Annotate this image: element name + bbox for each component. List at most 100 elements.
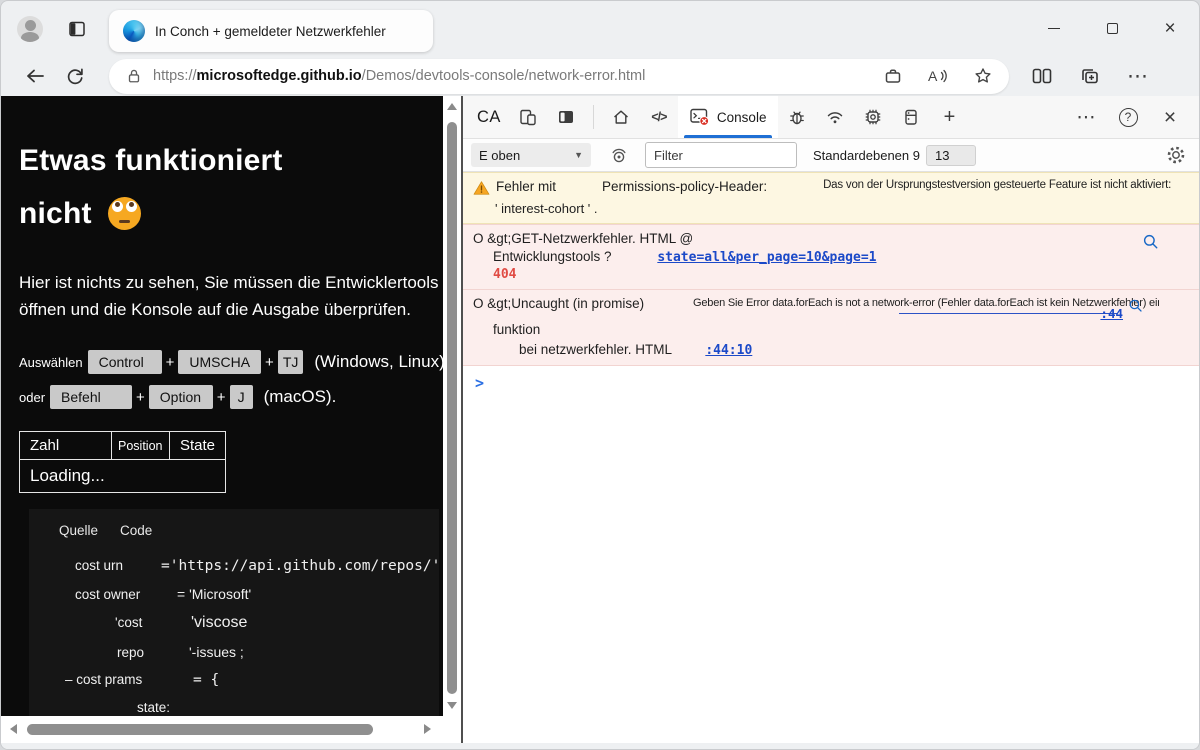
settings-more-icon[interactable]: ⋯ — [1127, 66, 1149, 87]
devtools-help-button[interactable]: ? — [1109, 98, 1147, 136]
more-menu-icon: ⋯ — [1077, 108, 1096, 127]
plus-icon: + — [944, 107, 956, 127]
code-caption: QuelleCode — [59, 523, 439, 538]
issue-search-button[interactable] — [1128, 298, 1143, 313]
shortcut-macos: oder Befehl + Option + J (macOS). — [19, 385, 443, 409]
shortcut-prefix: oder — [19, 390, 45, 405]
context-selector[interactable]: E oben ▼ — [471, 143, 591, 167]
horizontal-scroll-thumb[interactable] — [27, 724, 373, 735]
issues-table: Zahl Position State Loading... — [19, 431, 226, 493]
scroll-down-arrow[interactable] — [447, 702, 457, 709]
error2-line-link[interactable]: :44 — [1100, 306, 1123, 321]
console-error-uncaught[interactable]: O &gt;Uncaught (in promise) Geben Sie Er… — [463, 290, 1199, 366]
dock-side-button[interactable] — [547, 98, 585, 136]
inspect-tool-button[interactable]: CA — [477, 108, 501, 127]
titlebar: In Conch + gemeldeter Netzwerkfehler × — [1, 1, 1199, 56]
table-header-position: Position — [112, 432, 170, 460]
error1-request-link[interactable]: state=all&per_page=10&page=1 — [657, 250, 876, 265]
refresh-button[interactable] — [55, 59, 95, 93]
scroll-right-arrow[interactable] — [424, 724, 431, 734]
devtools-pane: CA </> Console — [461, 96, 1199, 743]
console-warning-message[interactable]: Fehler mit Permissions-policy-Header: Da… — [463, 172, 1199, 224]
minimize-button[interactable] — [1025, 1, 1083, 56]
close-icon: × — [1164, 107, 1176, 128]
log-levels-selector[interactable]: Standardebenen 9 — [813, 148, 920, 163]
console-input[interactable]: > — [463, 366, 1199, 399]
error2-line2: funktion — [471, 322, 1189, 337]
warning-text-2: Permissions-policy-Header: — [602, 179, 767, 194]
read-aloud-icon[interactable]: A — [927, 66, 949, 86]
plus-sign: + — [136, 389, 145, 406]
key-j: TJ — [278, 350, 304, 374]
console-empty-area[interactable] — [463, 399, 1199, 743]
collections-icon[interactable] — [1079, 66, 1101, 86]
page-heading: Etwas funktioniert nicht — [19, 134, 443, 240]
address-bar[interactable]: https://microsoftedge.github.io/Demos/de… — [109, 59, 1009, 94]
key-j: J — [230, 385, 253, 409]
back-button[interactable] — [15, 59, 55, 93]
edge-logo-icon — [123, 20, 145, 42]
code-line: 'cost'viscose — [45, 614, 439, 632]
window-controls: × — [1025, 1, 1199, 56]
minimize-icon — [1048, 28, 1060, 29]
devtools-close-button[interactable]: × — [1151, 98, 1189, 136]
key-shift: UMSCHA — [178, 350, 261, 374]
key-option: Option — [149, 385, 213, 409]
plus-sign: + — [217, 389, 226, 406]
table-header-state: State — [170, 432, 226, 460]
table-loading-cell: Loading... — [20, 460, 226, 493]
favorite-star-icon[interactable] — [973, 66, 993, 86]
shortcut-prefix: Auswählen — [19, 355, 83, 370]
message-count-badge: 13 — [926, 145, 976, 166]
close-icon: × — [1164, 19, 1175, 38]
close-window-button[interactable]: × — [1141, 1, 1199, 56]
console-prompt-icon: > — [475, 374, 484, 392]
elements-tab[interactable]: </> — [640, 98, 678, 136]
device-emulation-button[interactable] — [509, 98, 547, 136]
maximize-icon — [1107, 23, 1118, 34]
horizontal-scrollbar[interactable] — [1, 716, 443, 743]
chevron-down-icon: ▼ — [574, 150, 583, 160]
welcome-home-tab[interactable] — [602, 98, 640, 136]
url-text[interactable]: https://microsoftedge.github.io/Demos/de… — [153, 68, 871, 84]
code-line: cost owner= 'Microsoft' — [45, 586, 439, 602]
maximize-button[interactable] — [1083, 1, 1141, 56]
more-tabs-button[interactable]: + — [930, 98, 968, 136]
magnifier-icon — [1128, 298, 1143, 313]
scroll-up-arrow[interactable] — [447, 103, 457, 110]
code-caption-source: Quelle — [59, 523, 98, 538]
performance-tab[interactable] — [854, 98, 892, 136]
application-tab[interactable] — [892, 98, 930, 136]
error2-detail: Geben Sie Error data.forEach is not a ne… — [693, 297, 1159, 309]
warning-text-4: ' interest-cohort ' . — [471, 201, 1189, 216]
issue-search-button[interactable] — [1142, 233, 1159, 250]
console-error-network[interactable]: O &gt;GET-Netzwerkfehler. HTML @ Entwick… — [463, 224, 1199, 290]
tab-actions-icon[interactable] — [67, 19, 87, 39]
devtools-more-menu-button[interactable]: ⋯ — [1067, 98, 1105, 136]
shortcut-suffix: (Windows, Linux) — [314, 352, 443, 372]
shortcut-windows: Auswählen Control + UMSCHA + TJ (Windows… — [19, 350, 443, 374]
error2-source-link[interactable]: :44:10 — [705, 343, 752, 358]
debugger-tab[interactable] — [778, 98, 816, 136]
page-paragraph: Hier ist nichts zu sehen, Sie müssen die… — [19, 270, 443, 323]
gear-icon — [1165, 144, 1187, 166]
vertical-scrollbar[interactable] — [443, 96, 461, 716]
briefcase-icon[interactable] — [883, 66, 903, 86]
vertical-scroll-thumb[interactable] — [447, 122, 457, 694]
warning-text-1: Fehler mit — [496, 179, 556, 194]
live-expression-button[interactable] — [609, 145, 629, 165]
scroll-left-arrow[interactable] — [10, 724, 17, 734]
console-tab-label: Console — [717, 110, 767, 125]
console-settings-button[interactable] — [1165, 144, 1187, 166]
split-screen-icon[interactable] — [1031, 66, 1053, 86]
key-control: Control — [88, 350, 162, 374]
console-icon — [690, 108, 710, 126]
table-header-zahl: Zahl — [20, 432, 112, 460]
profile-avatar[interactable] — [17, 16, 43, 42]
browser-tab[interactable]: In Conch + gemeldeter Netzwerkfehler — [109, 10, 433, 52]
tab-console[interactable]: Console — [678, 96, 779, 138]
error2-line1: O &gt;Uncaught (in promise) — [471, 296, 644, 311]
network-tab[interactable] — [816, 98, 854, 136]
svg-text:A: A — [928, 68, 938, 84]
filter-input[interactable] — [645, 142, 797, 168]
